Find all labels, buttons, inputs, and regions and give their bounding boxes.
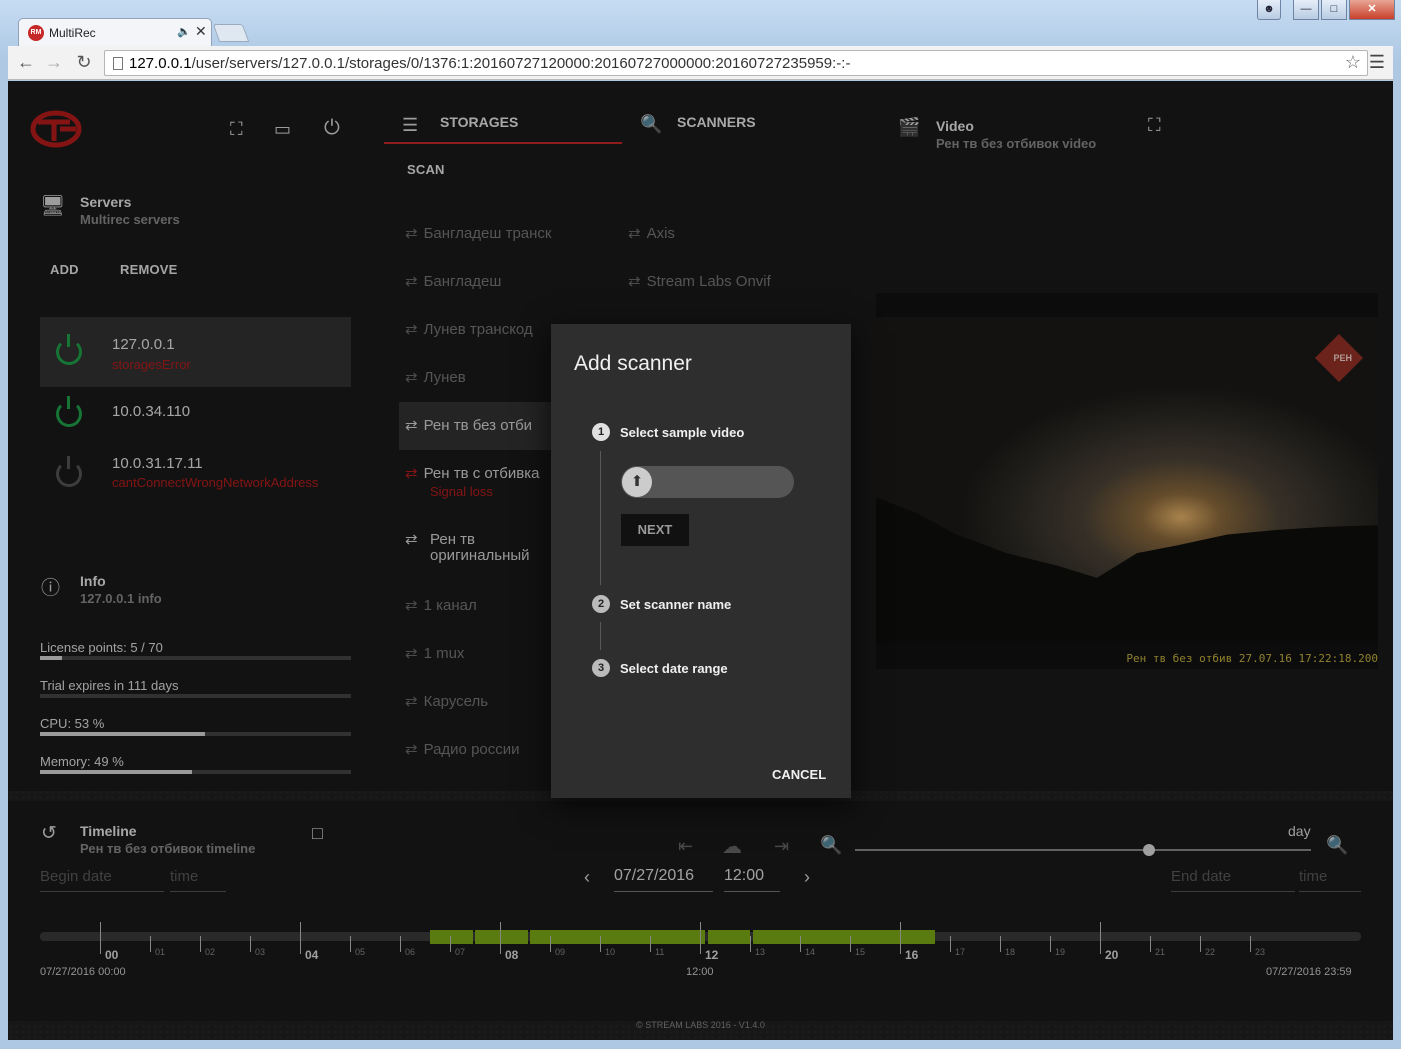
- next-button[interactable]: NEXT: [621, 514, 689, 546]
- add-scanner-dialog: Add scanner 1 Select sample video ⬆ NEXT…: [551, 324, 851, 798]
- minimize-button[interactable]: —: [1293, 0, 1319, 20]
- close-tab-icon[interactable]: ✕: [195, 23, 207, 40]
- browser-menu-icon[interactable]: ☰: [1369, 52, 1385, 73]
- step-connector: [600, 622, 601, 650]
- step-number: 1: [592, 423, 610, 441]
- reload-icon[interactable]: ↻: [72, 50, 96, 74]
- window-controls: ☻ — □ ✕: [1257, 0, 1395, 20]
- tab-title: MultiRec: [49, 26, 96, 40]
- address-bar[interactable]: 127.0.0.1/user/servers/127.0.0.1/storage…: [104, 50, 1368, 76]
- browser-toolbar: ← → ↻ 127.0.0.1/user/servers/127.0.0.1/s…: [8, 46, 1393, 80]
- dialog-title: Add scanner: [574, 352, 692, 375]
- bookmark-star-icon[interactable]: ☆: [1345, 52, 1361, 73]
- speaker-icon[interactable]: 🔈: [177, 25, 191, 38]
- app-root: ⛶ ▭ ⏻ 🖥 Servers Multirec servers ADD REM…: [8, 81, 1393, 1040]
- step-label[interactable]: Select date range: [620, 661, 728, 676]
- browser-tab[interactable]: RM MultiRec 🔈 ✕: [18, 18, 212, 46]
- forward-icon[interactable]: →: [42, 50, 66, 74]
- step-connector: [600, 451, 601, 585]
- page-icon: [113, 57, 123, 70]
- upload-icon[interactable]: ⬆: [622, 467, 652, 497]
- step-number: 3: [592, 659, 610, 677]
- app-favicon-icon: RM: [28, 25, 44, 41]
- browser-window: RM MultiRec 🔈 ✕ ☻ — □ ✕ ← → ↻ 127.0.0.1/…: [0, 0, 1401, 1049]
- step-label[interactable]: Set scanner name: [620, 597, 731, 612]
- user-icon[interactable]: ☻: [1257, 0, 1281, 20]
- close-window-button[interactable]: ✕: [1349, 0, 1395, 20]
- step-label[interactable]: Select sample video: [620, 425, 744, 440]
- sample-video-upload[interactable]: ⬆: [621, 466, 794, 498]
- new-tab-button[interactable]: [212, 24, 250, 42]
- step-number: 2: [592, 595, 610, 613]
- cancel-button[interactable]: CANCEL: [772, 767, 826, 782]
- back-icon[interactable]: ←: [14, 50, 38, 74]
- maximize-button[interactable]: □: [1321, 0, 1347, 20]
- url-text: 127.0.0.1/user/servers/127.0.0.1/storage…: [129, 55, 851, 72]
